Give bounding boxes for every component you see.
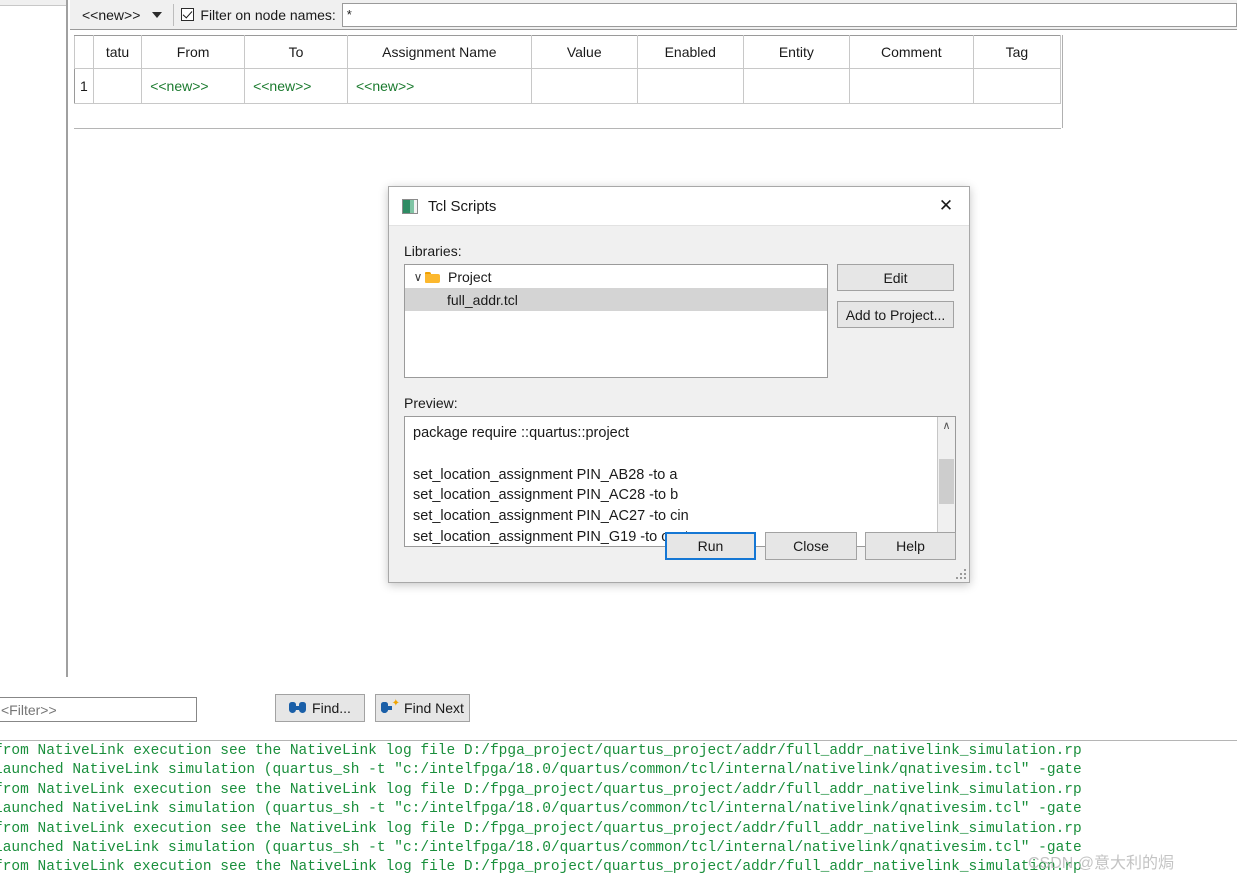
cell-to[interactable]: <<new>> (244, 68, 348, 104)
column-header-enabled[interactable]: Enabled (636, 35, 744, 69)
node-name-filter-input[interactable] (341, 2, 1237, 27)
assignments-table: tatu From To Assignment Name Value Enabl… (74, 35, 1062, 104)
console-line: launched NativeLink simulation (quartus_… (0, 762, 1082, 779)
cell-tag[interactable] (972, 68, 1062, 104)
find-button-label: Find... (312, 700, 351, 716)
column-header-to[interactable]: To (244, 35, 348, 69)
app-window: <<new>> Filter on node names: tatu From … (0, 0, 1237, 879)
cell-comment[interactable] (848, 68, 974, 104)
assignment-category-value: <<new>> (82, 6, 141, 23)
tree-node-project-label: Project (448, 268, 492, 285)
row-number-header (74, 35, 94, 69)
console-line: from NativeLink execution see the Native… (0, 781, 1082, 798)
column-header-from[interactable]: From (141, 35, 246, 69)
dialog-footer: Run Close Help (389, 526, 969, 582)
tree-node-project[interactable]: ∨ Project (405, 265, 827, 288)
find-next-button-label: Find Next (404, 700, 464, 716)
scroll-up-icon[interactable]: ∧ (938, 417, 955, 434)
scrollbar-thumb[interactable] (939, 459, 954, 504)
console-line: from NativeLink execution see the Native… (0, 820, 1082, 837)
find-bar (0, 679, 1237, 741)
column-header-assignment-name[interactable]: Assignment Name (346, 35, 532, 69)
find-button[interactable]: Find... (275, 694, 365, 722)
resize-grip-icon[interactable] (956, 569, 966, 579)
binoculars-icon (289, 702, 307, 714)
chevron-down-icon[interactable]: ∨ (411, 271, 425, 283)
cell-from[interactable]: <<new>> (141, 68, 246, 104)
edit-button[interactable]: Edit (837, 264, 954, 291)
toolbar-divider (173, 3, 175, 26)
assignments-toolbar: <<new>> Filter on node names: (70, 0, 1237, 30)
column-header-comment[interactable]: Comment (848, 35, 974, 69)
libraries-tree[interactable]: ∨ Project full_addr.tcl (404, 264, 828, 378)
column-header-status[interactable]: tatu (92, 35, 143, 69)
cancel-button[interactable]: Close (765, 532, 857, 560)
dialog-body: Libraries: ∨ Project full_addr.tcl Edit … (389, 243, 969, 547)
filter-on-node-names-checkbox[interactable] (181, 8, 195, 21)
column-header-value[interactable]: Value (530, 35, 638, 69)
binoculars-next-icon: ✦ (381, 699, 400, 714)
cell-enabled[interactable] (636, 68, 744, 104)
console-line: launched NativeLink simulation (quartus_… (0, 840, 1082, 857)
chevron-down-icon (152, 11, 163, 18)
dialog-title: Tcl Scripts (428, 197, 497, 215)
table-right-edge (1062, 35, 1063, 128)
left-panel (0, 0, 68, 677)
tree-node-full-addr-tcl[interactable]: full_addr.tcl (405, 288, 827, 311)
library-actions: Edit Add to Project... (837, 264, 954, 328)
console-line: launched NativeLink simulation (quartus_… (0, 801, 1082, 818)
column-header-tag[interactable]: Tag (972, 35, 1062, 69)
run-button[interactable]: Run (665, 532, 756, 560)
console-line: from NativeLink execution see the Native… (0, 859, 1082, 876)
help-button[interactable]: Help (865, 532, 956, 560)
cell-assignment-name[interactable]: <<new>> (346, 68, 532, 104)
dialog-title-bar: Tcl Scripts ✕ (389, 187, 969, 226)
table-bottom-divider (74, 128, 1061, 129)
libraries-row: ∨ Project full_addr.tcl Edit Add to Proj… (404, 264, 954, 378)
close-icon[interactable]: ✕ (923, 187, 969, 225)
assignment-category-combo[interactable]: <<new>> (78, 3, 166, 27)
row-number-cell: 1 (74, 68, 94, 104)
cell-status[interactable] (92, 68, 143, 104)
messages-console[interactable]: from NativeLink execution see the Native… (0, 742, 1237, 879)
tcl-script-icon (402, 198, 418, 214)
preview-label: Preview: (404, 395, 458, 411)
left-panel-top-strip (0, 0, 66, 6)
folder-icon (425, 271, 441, 283)
add-to-project-button[interactable]: Add to Project... (837, 301, 954, 328)
cell-entity[interactable] (742, 68, 850, 104)
libraries-label: Libraries: (404, 243, 462, 259)
tree-node-full-addr-tcl-label: full_addr.tcl (447, 291, 518, 308)
console-line: from NativeLink execution see the Native… (0, 743, 1082, 759)
table-row[interactable]: 1 <<new>> <<new>> <<new>> (74, 68, 1062, 104)
tcl-scripts-dialog: Tcl Scripts ✕ Libraries: ∨ Project full_… (388, 186, 970, 583)
table-header-row: tatu From To Assignment Name Value Enabl… (74, 35, 1062, 69)
cell-value[interactable] (530, 68, 638, 104)
filter-on-node-names-label: Filter on node names: (200, 6, 336, 23)
find-next-button[interactable]: ✦ Find Next (375, 694, 470, 722)
column-header-entity[interactable]: Entity (742, 35, 850, 69)
message-filter-input[interactable] (0, 697, 197, 722)
